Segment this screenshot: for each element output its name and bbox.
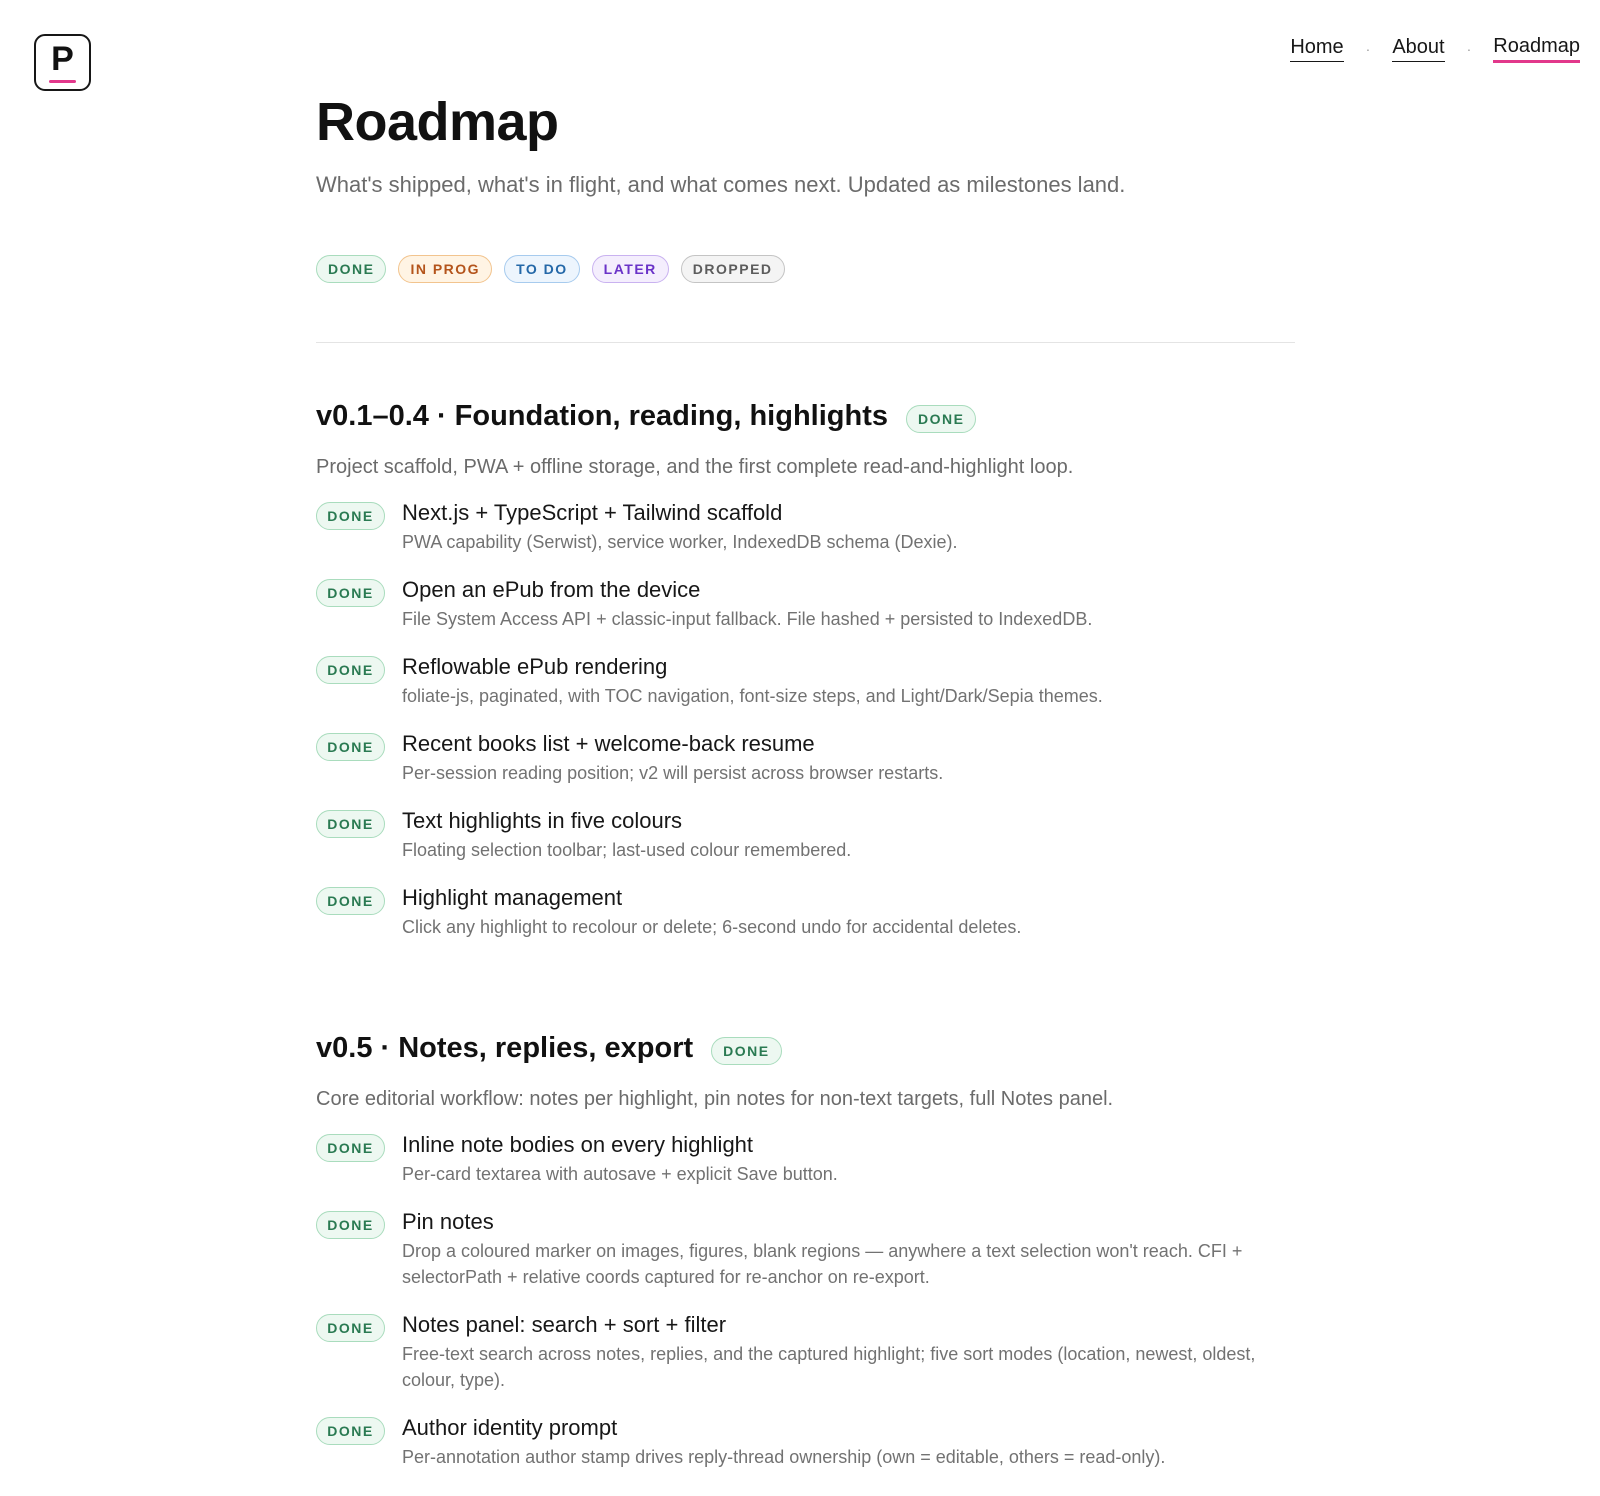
nav-separator: · bbox=[1365, 40, 1371, 57]
status-badge: DONE bbox=[711, 1037, 782, 1065]
logo-underline bbox=[49, 80, 76, 83]
status-badge: DONE bbox=[316, 1417, 385, 1445]
status-badge: DONE bbox=[316, 1134, 385, 1162]
milestone-section: v0.1–0.4 · Foundation, reading, highligh… bbox=[316, 396, 1295, 961]
item-description: foliate-js, paginated, with TOC navigati… bbox=[402, 686, 1103, 706]
status-legend: DONE IN PROG TO DO LATER DROPPED bbox=[316, 255, 785, 283]
legend-badge-in-prog: IN PROG bbox=[398, 255, 493, 283]
list-item: DONE Pin notes Drop a coloured marker on… bbox=[316, 1208, 1295, 1290]
top-nav: Home · About · Roadmap bbox=[1290, 34, 1580, 63]
logo[interactable]: P bbox=[34, 34, 91, 91]
list-item: DONE Highlight management Click any high… bbox=[316, 884, 1295, 940]
legend-badge-dropped: DROPPED bbox=[680, 255, 785, 283]
item-title: Text highlights in five colours bbox=[402, 808, 683, 833]
item-title: Reflowable ePub rendering bbox=[402, 654, 668, 679]
item-description: PWA capability (Serwist), service worker… bbox=[402, 532, 958, 552]
item-list: DONE Next.js + TypeScript + Tailwind sca… bbox=[316, 499, 1295, 940]
nav-separator: · bbox=[1466, 40, 1472, 57]
item-title: Inline note bodies on every highlight bbox=[402, 1132, 754, 1157]
status-badge: DONE bbox=[316, 656, 385, 684]
item-title: Recent books list + welcome-back resume bbox=[402, 731, 815, 756]
legend-badge-later: LATER bbox=[591, 255, 669, 283]
legend-badge-done: DONE bbox=[316, 255, 387, 283]
list-item: DONE Notes panel: search + sort + filter… bbox=[316, 1311, 1295, 1393]
item-title: Open an ePub from the device bbox=[402, 577, 701, 602]
status-badge: DONE bbox=[316, 887, 385, 915]
item-description: Per-card textarea with autosave + explic… bbox=[402, 1164, 838, 1184]
page-subtitle: What's shipped, what's in flight, and wh… bbox=[316, 172, 1126, 197]
nav-home-link[interactable]: Home bbox=[1290, 35, 1344, 62]
section-header: v0.1–0.4 · Foundation, reading, highligh… bbox=[316, 396, 1295, 436]
status-badge: DONE bbox=[906, 405, 977, 433]
item-description: Free-text search across notes, replies, … bbox=[402, 1344, 1256, 1390]
status-badge: DONE bbox=[316, 733, 385, 761]
item-description: Click any highlight to recolour or delet… bbox=[402, 917, 1022, 937]
list-item: DONE Author identity prompt Per-annotati… bbox=[316, 1414, 1295, 1470]
item-list: DONE Inline note bodies on every highlig… bbox=[316, 1131, 1295, 1470]
item-title: Notes panel: search + sort + filter bbox=[402, 1312, 727, 1337]
item-description: Per-session reading position; v2 will pe… bbox=[402, 763, 944, 783]
divider bbox=[316, 342, 1295, 343]
item-title: Next.js + TypeScript + Tailwind scaffold bbox=[402, 500, 783, 525]
item-description: File System Access API + classic-input f… bbox=[402, 609, 1093, 629]
list-item: DONE Open an ePub from the device File S… bbox=[316, 576, 1295, 632]
item-description: Drop a coloured marker on images, figure… bbox=[402, 1241, 1243, 1287]
status-badge: DONE bbox=[316, 1314, 385, 1342]
status-badge: DONE bbox=[316, 1211, 385, 1239]
status-badge: DONE bbox=[316, 502, 385, 530]
status-badge: DONE bbox=[316, 810, 385, 838]
item-title: Pin notes bbox=[402, 1209, 494, 1234]
item-description: Per-annotation author stamp drives reply… bbox=[402, 1447, 1166, 1467]
status-badge: DONE bbox=[316, 579, 385, 607]
list-item: DONE Reflowable ePub rendering foliate-j… bbox=[316, 653, 1295, 709]
section-header: v0.5 · Notes, replies, export DONE bbox=[316, 1028, 1295, 1068]
list-item: DONE Text highlights in five colours Flo… bbox=[316, 807, 1295, 863]
item-title: Highlight management bbox=[402, 885, 623, 910]
section-title: v0.5 · Notes, replies, export bbox=[316, 1031, 694, 1064]
list-item: DONE Recent books list + welcome-back re… bbox=[316, 730, 1295, 786]
legend-badge-to-do: TO DO bbox=[504, 255, 580, 283]
section-description: Core editorial workflow: notes per highl… bbox=[316, 1088, 1114, 1110]
logo-letter: P bbox=[51, 40, 74, 78]
page-title: Roadmap bbox=[316, 92, 559, 152]
item-title: Author identity prompt bbox=[402, 1415, 618, 1440]
list-item: DONE Next.js + TypeScript + Tailwind sca… bbox=[316, 499, 1295, 555]
nav-roadmap-link[interactable]: Roadmap bbox=[1493, 34, 1580, 63]
nav-about-link[interactable]: About bbox=[1392, 35, 1445, 62]
item-description: Floating selection toolbar; last-used co… bbox=[402, 840, 852, 860]
section-title: v0.1–0.4 · Foundation, reading, highligh… bbox=[316, 399, 888, 432]
list-item: DONE Inline note bodies on every highlig… bbox=[316, 1131, 1295, 1187]
section-description: Project scaffold, PWA + offline storage,… bbox=[316, 456, 1074, 478]
milestone-section: v0.5 · Notes, replies, export DONE Core … bbox=[316, 1028, 1295, 1491]
